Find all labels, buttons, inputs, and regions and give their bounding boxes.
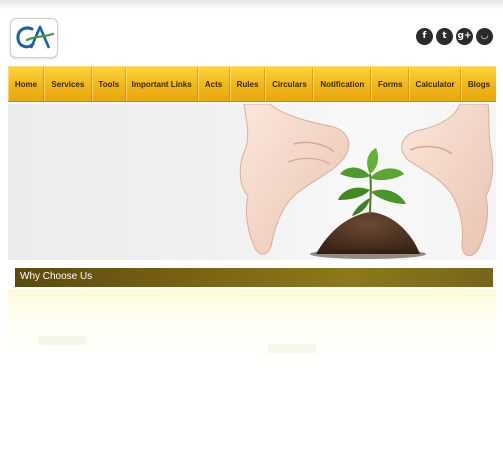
faint-content-block [38,336,86,345]
hero-image [239,104,494,259]
twitter-icon[interactable]: t [436,28,453,45]
google-plus-icon[interactable]: g+ [456,28,473,45]
nav-item-calculator[interactable]: Calculator [409,67,462,101]
section-header-bar: Why Choose Us [15,268,493,287]
nav-item-rules[interactable]: Rules [229,67,266,101]
content-area [8,289,496,379]
rss-icon[interactable]: ◡ [476,28,493,45]
faint-content-block [268,344,316,353]
social-links: f t g+ ◡ [416,28,493,45]
nav-item-notification[interactable]: Notification [313,67,372,101]
top-strip [0,0,503,10]
nav-item-acts[interactable]: Acts [197,67,230,101]
nav-item-forms[interactable]: Forms [371,67,410,101]
facebook-icon[interactable]: f [416,28,433,45]
nav-item-important-links[interactable]: Important Links [125,67,198,101]
nav-item-home[interactable]: Home [8,67,44,101]
nav-item-services[interactable]: Services [43,67,92,101]
main-nav: Home Services Tools Important Links Acts… [8,66,496,102]
ca-logo[interactable] [10,18,58,58]
section-title: Why Choose Us [20,271,93,282]
nav-item-tools[interactable]: Tools [91,67,126,101]
nav-item-circulars[interactable]: Circulars [265,67,314,101]
hero-banner [8,104,496,260]
nav-item-blogs[interactable]: Blogs [461,67,496,101]
